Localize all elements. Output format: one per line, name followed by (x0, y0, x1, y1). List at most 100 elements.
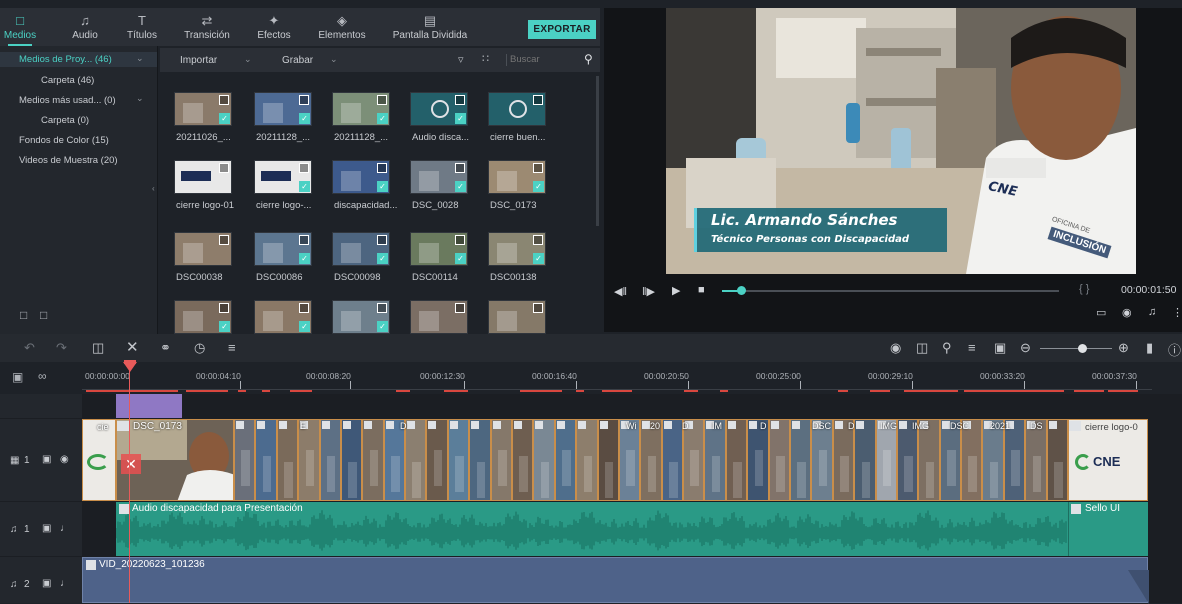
undo-icon[interactable]: ↶ (24, 340, 35, 356)
preview-progress-track[interactable] (722, 290, 1059, 292)
video-clip-start[interactable]: cie (82, 419, 116, 501)
folder-out-icon[interactable]: □ (40, 308, 47, 322)
help-icon[interactable]: ⓘ (1168, 340, 1181, 359)
video-clip[interactable] (939, 419, 962, 501)
tab-audio[interactable]: ♫ Audio (68, 8, 102, 46)
video-clip[interactable] (683, 419, 705, 501)
sidebar-item-carpeta-0[interactable]: Carpeta (0) (41, 115, 89, 126)
playhead-line[interactable] (129, 362, 130, 603)
collapse-arrow-icon[interactable]: ‹ (152, 184, 155, 193)
step-back-icon[interactable]: ◀‖ (614, 285, 627, 298)
media-thumbnail[interactable]: ✓ (254, 232, 312, 266)
video-clip[interactable] (298, 419, 320, 501)
video-clip[interactable] (362, 419, 384, 501)
duration-icon[interactable]: ◷ (194, 340, 205, 356)
visibility-eye-icon[interactable]: ◉ (60, 454, 69, 465)
stop-icon[interactable]: ■ (698, 284, 705, 296)
zoom-out-icon[interactable]: ⊖ (1020, 340, 1031, 356)
video-clip[interactable] (832, 419, 855, 501)
video-clip[interactable] (383, 419, 406, 501)
render-preview-icon[interactable]: ▭ (1096, 306, 1106, 319)
play-icon[interactable]: ▶ (672, 284, 680, 297)
redo-icon[interactable]: ↷ (56, 340, 67, 356)
video-clip[interactable] (1025, 419, 1047, 501)
video-clip[interactable] (234, 419, 256, 501)
video-clip[interactable] (918, 419, 940, 501)
media-thumbnail[interactable]: ✓ (488, 232, 546, 266)
search-input[interactable] (510, 51, 582, 68)
chevron-down-icon[interactable]: ⌄ (136, 53, 144, 64)
sidebar-item-fondos-color[interactable]: Fondos de Color (15) (19, 135, 109, 146)
sidebar-item-medios-mas-usados[interactable]: Medios más usad... (0) (19, 95, 116, 106)
title-clip[interactable] (116, 394, 182, 418)
audio-mixer-icon[interactable]: ≡ (968, 340, 976, 355)
media-thumbnail[interactable]: ✓ (332, 92, 390, 126)
lock-icon[interactable]: ▣ (42, 454, 51, 465)
tab-pantalla-dividida[interactable]: ▤ Pantalla Dividida (392, 8, 468, 46)
media-thumbnail[interactable]: ✓ (332, 160, 390, 194)
video-clip[interactable] (961, 419, 983, 501)
zoom-in-icon[interactable]: ⊕ (1118, 340, 1129, 356)
chevron-down-icon[interactable]: ⌄ (330, 54, 338, 65)
microphone-icon[interactable]: ⚲ (942, 340, 952, 356)
lock-icon[interactable]: ▣ (42, 578, 51, 589)
video-clip[interactable] (512, 419, 534, 501)
video-clip[interactable] (896, 419, 919, 501)
video-clip[interactable] (854, 419, 876, 501)
media-thumbnail[interactable]: ✓ (174, 300, 232, 334)
video-clip[interactable] (255, 419, 277, 501)
video-clip[interactable] (490, 419, 512, 501)
search-icon[interactable]: ⚲ (584, 52, 593, 66)
preview-scrubber-handle[interactable] (737, 286, 746, 295)
media-scrollbar[interactable] (596, 76, 599, 226)
media-thumbnail[interactable]: ✓ (410, 160, 468, 194)
render-icon[interactable]: ◉ (890, 340, 901, 356)
video-clip[interactable] (790, 419, 812, 501)
filter-icon[interactable]: ▿ (458, 53, 464, 66)
speaker-icon[interactable]: ♩ (60, 578, 70, 589)
delete-icon[interactable]: ◫ (92, 340, 104, 356)
video-clip[interactable] (276, 419, 299, 501)
panel-layout-icon[interactable]: ▮ (1146, 340, 1153, 356)
media-thumbnail[interactable] (174, 232, 232, 266)
video-clip[interactable] (768, 419, 790, 501)
video-clip[interactable] (447, 419, 470, 501)
media-thumbnail[interactable]: ✓ (254, 160, 312, 194)
video-clip[interactable] (319, 419, 341, 501)
video-clip[interactable] (426, 419, 448, 501)
tab-transicion[interactable]: ⇄ Transición (180, 8, 234, 46)
grid-view-icon[interactable]: ∷ (482, 52, 489, 65)
more-options-icon[interactable]: ⋮ (1172, 306, 1182, 319)
media-thumbnail[interactable]: ✓ (254, 300, 312, 334)
media-thumbnail[interactable]: ✓ (174, 92, 232, 126)
video-clip[interactable] (618, 419, 641, 501)
media-thumbnail[interactable]: ✓ (332, 300, 390, 334)
video-clip[interactable] (1003, 419, 1026, 501)
media-thumbnail[interactable]: ✓ (488, 160, 546, 194)
video-clip[interactable] (725, 419, 748, 501)
video-clip[interactable] (597, 419, 619, 501)
video-clip[interactable] (640, 419, 662, 501)
zoom-slider-track[interactable] (1040, 348, 1112, 349)
video-clip-cierre-logo[interactable]: cierre logo-0 CNE (1068, 419, 1148, 501)
speed-icon[interactable]: ⚭ (160, 340, 171, 356)
video-clip-vid-20220623[interactable]: VID_20220623_101236 (82, 557, 1149, 604)
volume-icon[interactable]: ♫ (1148, 306, 1156, 318)
sidebar-item-medios-proyecto[interactable]: Medios de Proy... (46) (19, 54, 112, 65)
mark-in-out[interactable]: { } (1079, 283, 1089, 295)
lock-icon[interactable]: ▣ (42, 523, 51, 534)
video-clip[interactable] (661, 419, 684, 501)
video-clip[interactable] (554, 419, 577, 501)
fit-timeline-icon[interactable]: ▣ (994, 340, 1006, 356)
video-clip[interactable] (1046, 419, 1068, 501)
tab-efectos[interactable]: ✦ Efectos (254, 8, 294, 46)
tab-titulos[interactable]: T Títulos (124, 8, 160, 46)
speaker-icon[interactable]: ♩ (60, 523, 70, 534)
audio-clip-discapacidad[interactable]: Audio discapacidad para Presentación (116, 502, 1148, 556)
chevron-down-icon[interactable]: ⌄ (136, 93, 144, 104)
media-thumbnail[interactable]: ✓ (410, 232, 468, 266)
video-clip[interactable] (533, 419, 555, 501)
media-thumbnail[interactable]: ✓ (410, 92, 468, 126)
import-dropdown[interactable]: Importar (180, 55, 217, 66)
media-thumbnail[interactable]: ✓ (332, 232, 390, 266)
